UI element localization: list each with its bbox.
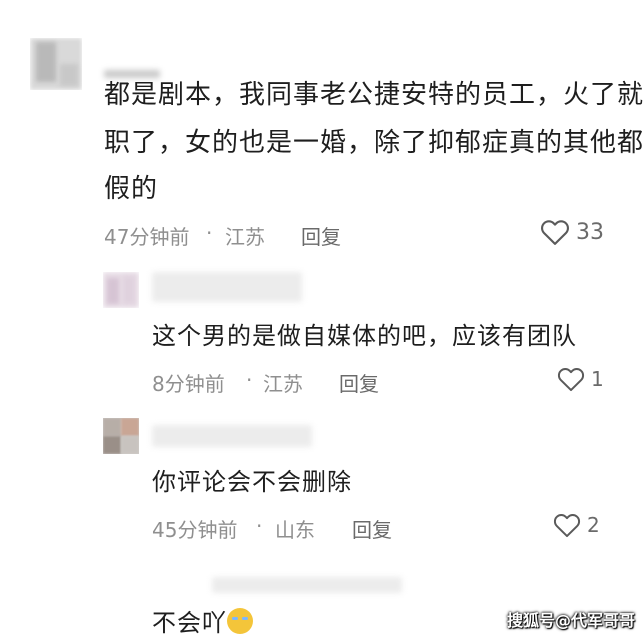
comment-text: 职了，女的也是一婚，除了抑郁症真的其他都: [104, 128, 643, 158]
heart-outline-icon: [553, 512, 581, 538]
comment-location: 江苏: [263, 372, 303, 396]
avatar[interactable]: [103, 418, 139, 454]
avatar[interactable]: [103, 272, 139, 308]
comment-location: 江苏: [225, 225, 265, 249]
like-button[interactable]: 2: [553, 512, 600, 538]
heart-outline-icon: [557, 366, 585, 392]
like-count: 2: [587, 513, 600, 537]
comment-text: 这个男的是做自媒体的吧，应该有团队: [152, 322, 577, 350]
like-count: 33: [576, 219, 604, 245]
watermark: 搜狐号@代军哥哥: [506, 611, 635, 630]
username[interactable]: [152, 425, 312, 447]
meta-separator: ·: [206, 221, 213, 245]
username[interactable]: [104, 70, 160, 78]
avatar[interactable]: [30, 38, 82, 90]
comment-time: 8分钟前: [152, 372, 225, 396]
comment-text: 假的: [104, 174, 159, 204]
comment-location: 山东: [275, 518, 315, 542]
like-button[interactable]: 1: [557, 366, 604, 392]
like-count: 1: [591, 367, 604, 391]
comment-text: 都是剧本，我同事老公捷安特的员工，火了就: [104, 80, 643, 110]
username[interactable]: [152, 272, 302, 302]
reply-button[interactable]: 回复: [339, 368, 379, 397]
comment-text: 不会吖: [152, 608, 253, 638]
username[interactable]: [212, 577, 402, 593]
like-button[interactable]: 33: [540, 218, 604, 246]
meta-separator: ·: [256, 514, 263, 538]
comment-time: 45分钟前: [152, 518, 238, 542]
reply-button[interactable]: 回复: [301, 221, 341, 250]
heart-outline-icon: [540, 218, 570, 246]
laughing-crying-emoji-icon: [227, 608, 253, 634]
reply-button[interactable]: 回复: [352, 514, 392, 543]
comment-time: 47分钟前: [104, 225, 190, 249]
comment-text-content: 不会吖: [152, 609, 227, 637]
comment-text: 你评论会不会删除: [152, 468, 352, 496]
meta-separator: ·: [246, 368, 253, 392]
